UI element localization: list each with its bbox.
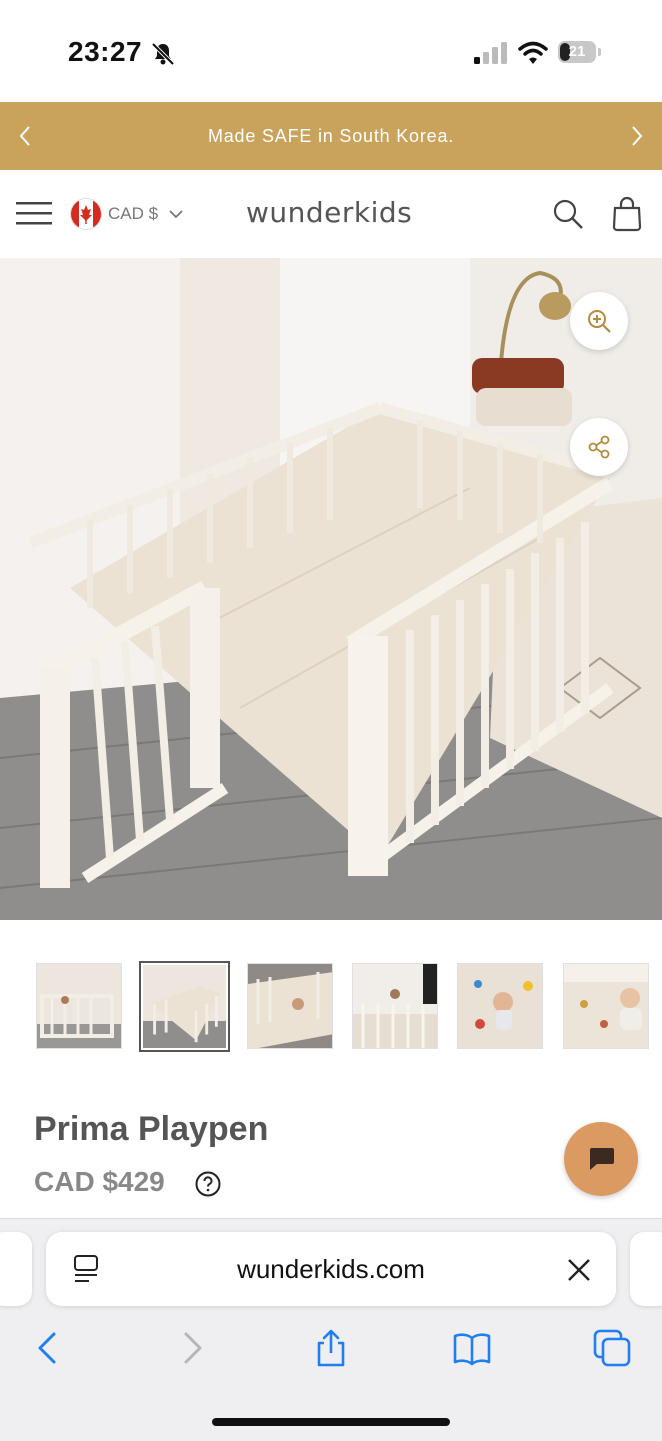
- next-tab-preview[interactable]: [630, 1232, 662, 1306]
- chat-button[interactable]: [564, 1122, 638, 1196]
- thumbnail-1[interactable]: [36, 963, 122, 1049]
- back-icon[interactable]: [28, 1328, 68, 1368]
- battery-level: 21: [568, 43, 586, 60]
- thumbnail-5[interactable]: [457, 963, 543, 1049]
- bell-muted-icon: [151, 42, 175, 66]
- site-logo[interactable]: wunderkids: [246, 196, 412, 229]
- chat-bubble-icon: [590, 1148, 614, 1170]
- wifi-icon: [518, 41, 548, 64]
- help-icon[interactable]: [194, 1170, 222, 1198]
- menu-icon[interactable]: [16, 200, 54, 228]
- site-header: CAD $ wunderkids: [0, 170, 662, 259]
- announcement-text: Made SAFE in South Korea.: [207, 126, 455, 146]
- share-icon: [588, 435, 610, 459]
- bookmarks-icon[interactable]: [452, 1328, 492, 1368]
- battery-icon: 21: [558, 41, 604, 65]
- forward-icon[interactable]: [172, 1328, 212, 1368]
- thumbnail-6[interactable]: [563, 963, 649, 1049]
- chevron-right-icon[interactable]: [624, 124, 648, 148]
- home-indicator: [212, 1418, 450, 1426]
- playpen-photo: [0, 258, 662, 920]
- chevron-down-icon[interactable]: [168, 207, 184, 221]
- share-icon[interactable]: [311, 1328, 351, 1368]
- zoom-button[interactable]: [570, 292, 628, 350]
- address-bar[interactable]: wunderkids.com: [46, 1232, 616, 1306]
- signal-icon: [474, 42, 507, 64]
- currency-selector[interactable]: CAD $: [108, 204, 158, 224]
- product-price: CAD $429: [34, 1166, 165, 1197]
- share-button[interactable]: [570, 418, 628, 476]
- product-title: Prima Playpen: [34, 1110, 269, 1148]
- previous-tab-preview[interactable]: [0, 1232, 32, 1306]
- tabs-icon[interactable]: [592, 1328, 632, 1368]
- url-text: wunderkids.com: [237, 1254, 425, 1284]
- thumbnail-4[interactable]: [352, 963, 438, 1049]
- close-icon[interactable]: [566, 1257, 592, 1283]
- bag-icon[interactable]: [610, 196, 644, 232]
- thumbnail-2[interactable]: [139, 961, 230, 1052]
- status-time: 23:27: [68, 36, 143, 67]
- product-main-image[interactable]: [0, 258, 662, 920]
- thumbnail-3[interactable]: [247, 963, 333, 1049]
- canada-flag-icon[interactable]: [70, 198, 102, 230]
- announcement-bar: Made SAFE in South Korea.: [0, 102, 662, 170]
- zoom-in-icon: [588, 310, 611, 333]
- search-icon[interactable]: [552, 198, 584, 230]
